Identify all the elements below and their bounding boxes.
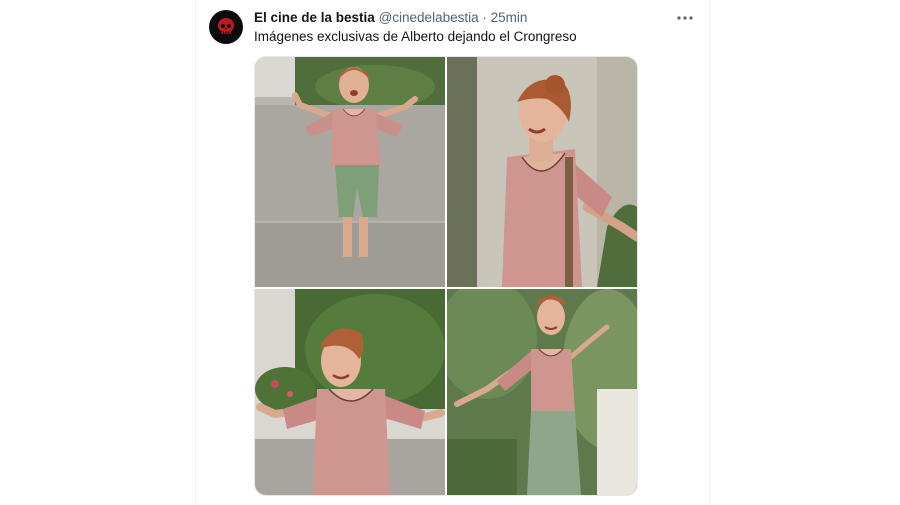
photo-1[interactable] xyxy=(255,57,445,287)
photo-4[interactable] xyxy=(447,289,637,495)
avatar[interactable] xyxy=(209,10,243,44)
author-handle[interactable]: @cinedelabestia xyxy=(379,10,479,25)
separator-dot: · xyxy=(482,10,487,25)
more-horizontal-icon[interactable] xyxy=(675,8,695,28)
red-skull-logo-icon xyxy=(218,18,234,34)
photo-3[interactable] xyxy=(255,289,445,495)
timestamp[interactable]: 25min xyxy=(491,10,528,25)
photo-2[interactable] xyxy=(447,57,637,287)
tweet-header: El cine de la bestia @cinedelabestia · 2… xyxy=(254,9,697,27)
tweet[interactable]: El cine de la bestia @cinedelabestia · 2… xyxy=(196,0,709,505)
author-name[interactable]: El cine de la bestia xyxy=(254,10,375,25)
timeline-border-right xyxy=(709,0,710,505)
tweet-text: Imágenes exclusivas de Alberto dejando e… xyxy=(254,29,577,44)
media-grid xyxy=(254,56,638,496)
